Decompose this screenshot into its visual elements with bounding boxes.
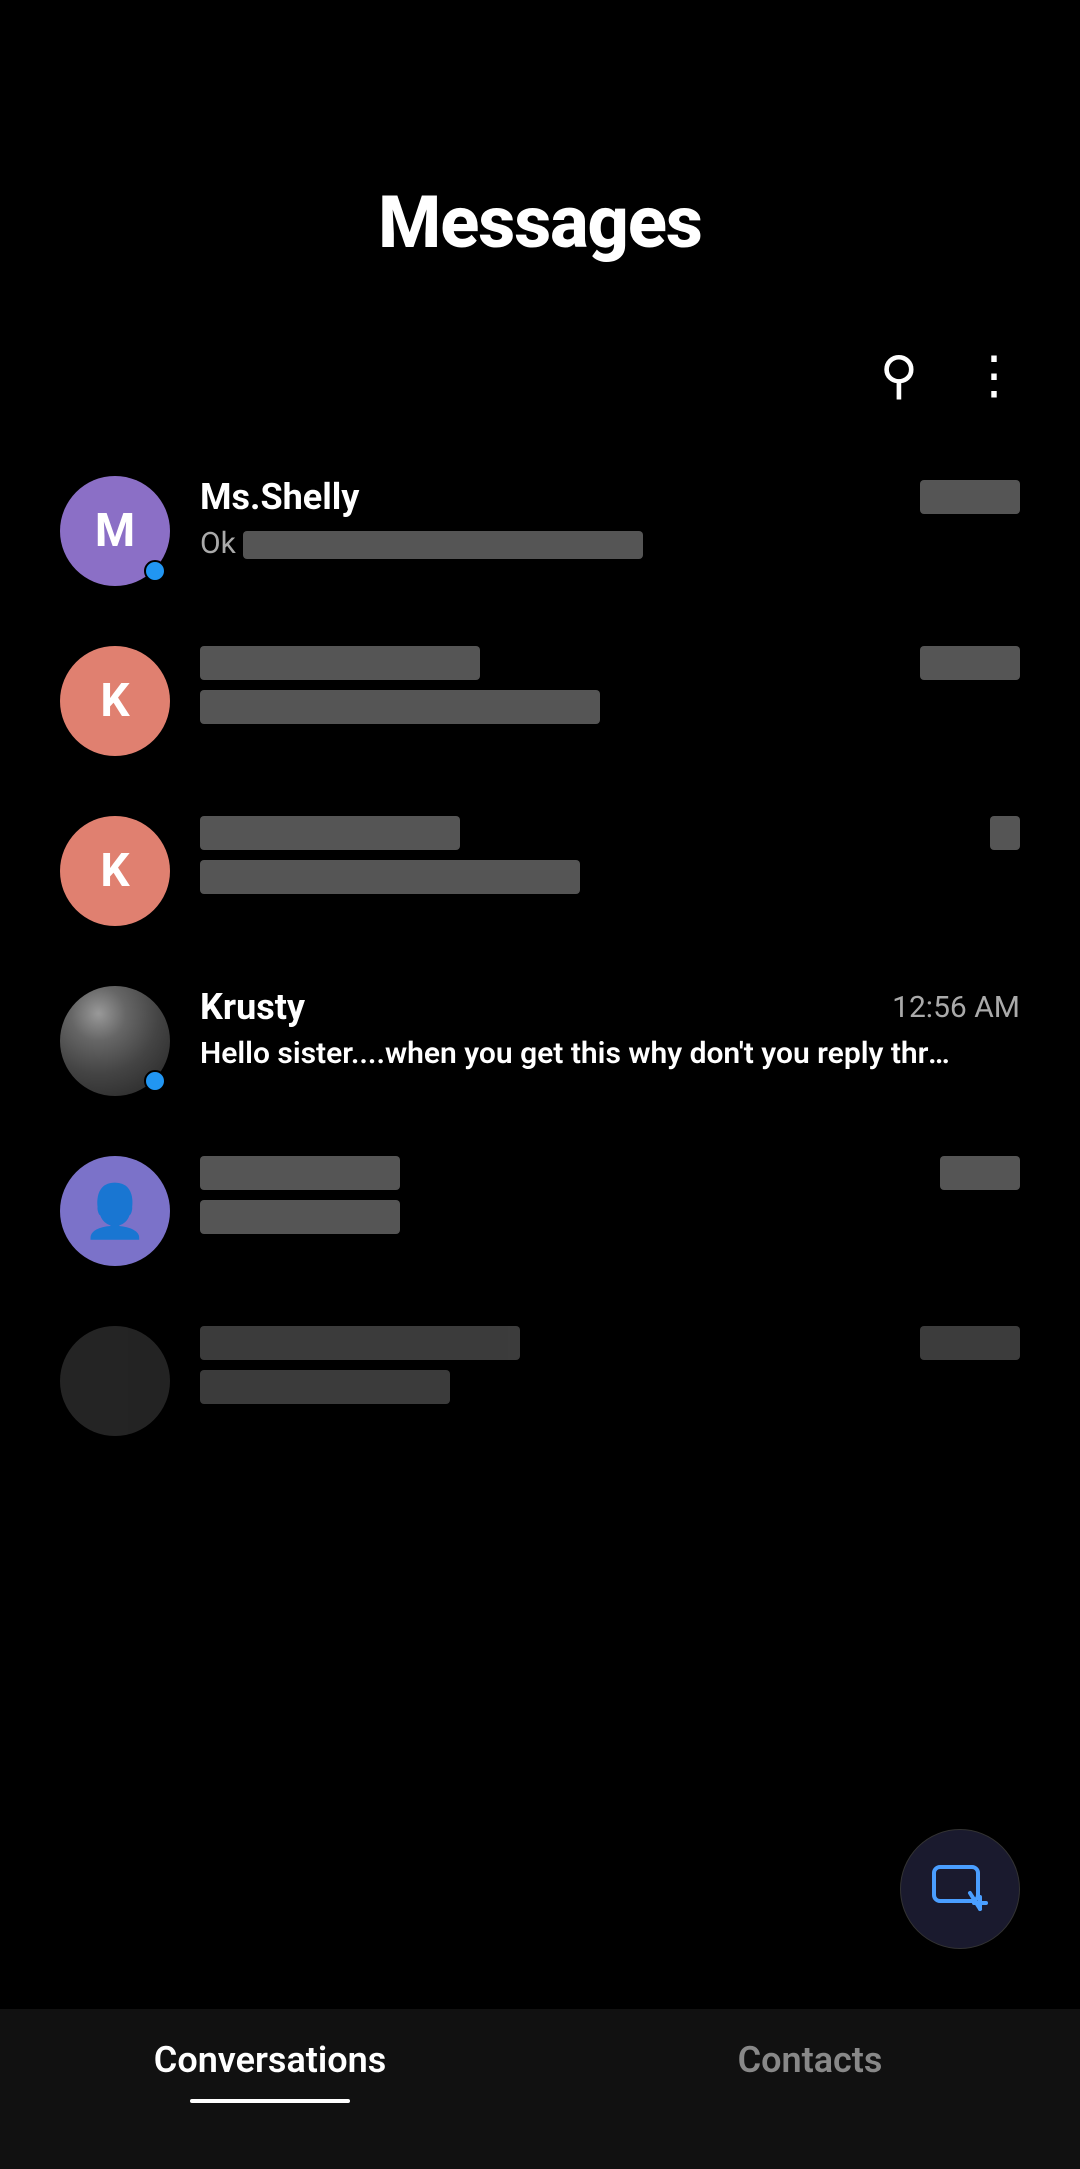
conversation-item[interactable] bbox=[0, 1296, 1080, 1466]
message-preview bbox=[200, 1198, 950, 1234]
conversation-body bbox=[200, 1326, 1020, 1404]
avatar: 👤 bbox=[60, 1156, 170, 1266]
message-preview bbox=[200, 688, 950, 724]
conversation-item[interactable]: K bbox=[0, 616, 1080, 786]
person-icon: 👤 bbox=[83, 1181, 148, 1242]
message-time bbox=[920, 480, 1020, 514]
conv-header-row bbox=[200, 816, 1020, 850]
message-time-redacted bbox=[920, 646, 1020, 680]
avatar-wrap: M bbox=[60, 476, 170, 586]
message-preview bbox=[200, 1368, 950, 1404]
online-indicator bbox=[144, 1070, 166, 1092]
conversation-body bbox=[200, 1156, 1020, 1234]
page-title: Messages bbox=[0, 180, 1080, 265]
avatar-wrap bbox=[60, 1326, 170, 1436]
message-time: 12:56 AM bbox=[892, 990, 1020, 1025]
compose-icon bbox=[930, 1859, 990, 1919]
conv-header-row: Ms.Shelly bbox=[200, 476, 1020, 518]
tab-conversations[interactable]: Conversations bbox=[0, 2039, 540, 2103]
conv-header-row: Krusty 12:56 AM bbox=[200, 986, 1020, 1028]
contact-name-redacted bbox=[200, 646, 480, 680]
conversation-item[interactable]: M Ms.Shelly Ok bbox=[0, 446, 1080, 616]
message-preview: Ok bbox=[200, 526, 950, 561]
tab-contacts-label: Contacts bbox=[738, 2039, 883, 2091]
conversation-item[interactable]: Krusty 12:56 AM Hello sister....when you… bbox=[0, 956, 1080, 1126]
tab-contacts[interactable]: Contacts bbox=[540, 2039, 1080, 2091]
avatar-wrap: K bbox=[60, 816, 170, 926]
contact-name-redacted bbox=[200, 1326, 520, 1360]
message-time-redacted bbox=[940, 1156, 1020, 1190]
message-preview bbox=[200, 858, 950, 894]
conversation-body: Ms.Shelly Ok bbox=[200, 476, 1020, 561]
contact-name: Krusty bbox=[200, 986, 305, 1028]
avatar-wrap: K bbox=[60, 646, 170, 756]
page-header: Messages bbox=[0, 0, 1080, 325]
preview-redacted bbox=[200, 860, 580, 894]
conversation-body: Krusty 12:56 AM Hello sister....when you… bbox=[200, 986, 1020, 1071]
conversations-list: M Ms.Shelly Ok K K bbox=[0, 446, 1080, 1466]
preview-redacted bbox=[200, 690, 600, 724]
conversation-item[interactable]: 👤 bbox=[0, 1126, 1080, 1296]
message-time-redacted bbox=[990, 816, 1020, 850]
tab-conversations-label: Conversations bbox=[154, 2039, 386, 2091]
avatar-wrap: 👤 bbox=[60, 1156, 170, 1266]
conv-header-row bbox=[200, 646, 1020, 680]
conv-header-row bbox=[200, 1326, 1020, 1360]
contact-name-redacted bbox=[200, 816, 460, 850]
more-options-icon[interactable]: ⋮ bbox=[968, 345, 1020, 406]
contact-name-redacted bbox=[200, 1156, 400, 1190]
avatar: K bbox=[60, 646, 170, 756]
conversation-body bbox=[200, 646, 1020, 724]
conv-header-row bbox=[200, 1156, 1020, 1190]
avatar bbox=[60, 1326, 170, 1436]
bottom-navigation: Conversations Contacts bbox=[0, 2009, 1080, 2169]
contact-name: Ms.Shelly bbox=[200, 476, 359, 518]
search-icon[interactable]: ⚲ bbox=[880, 345, 918, 406]
conversation-item[interactable]: K bbox=[0, 786, 1080, 956]
online-indicator bbox=[144, 560, 166, 582]
message-time-redacted bbox=[920, 1326, 1020, 1360]
conversation-body bbox=[200, 816, 1020, 894]
toolbar: ⚲ ⋮ bbox=[0, 325, 1080, 446]
compose-fab[interactable] bbox=[900, 1829, 1020, 1949]
avatar: K bbox=[60, 816, 170, 926]
preview-redacted bbox=[200, 1200, 400, 1234]
avatar-wrap bbox=[60, 986, 170, 1096]
message-preview: Hello sister....when you get this why do… bbox=[200, 1036, 950, 1071]
preview-redacted bbox=[200, 1370, 450, 1404]
